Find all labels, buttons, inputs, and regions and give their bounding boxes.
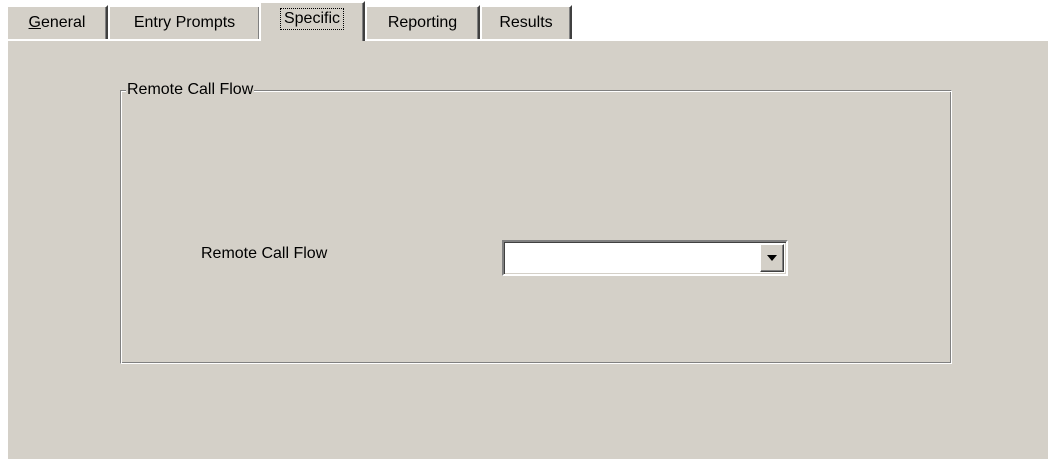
tab-results[interactable]: Results: [480, 5, 572, 40]
tab-specific[interactable]: Specific: [259, 1, 365, 41]
tab-reporting[interactable]: Reporting: [365, 5, 480, 40]
tab-results-label: Results: [499, 14, 553, 31]
tab-specific-label: Specific: [279, 8, 345, 30]
tab-entry-prompts[interactable]: Entry Prompts: [108, 5, 261, 40]
remote-call-flow-label: Remote Call Flow: [201, 245, 328, 262]
tab-strip: General Entry Prompts Specific Reporting…: [6, 0, 1046, 41]
remote-call-flow-group: Remote Call Flow Remote Call Flow: [120, 79, 952, 364]
tab-panel-specific: Remote Call Flow Remote Call Flow: [6, 39, 1048, 459]
tab-general-label-rest: eneral: [40, 14, 86, 31]
chevron-down-icon: [767, 255, 777, 261]
tab-entry-prompts-label: Entry Prompts: [133, 14, 236, 31]
properties-dialog: General Entry Prompts Specific Reporting…: [0, 0, 1048, 459]
tab-general[interactable]: General: [6, 5, 108, 40]
tab-general-label: General: [26, 13, 89, 33]
tab-reporting-label: Reporting: [387, 14, 458, 31]
group-title: Remote Call Flow: [126, 79, 255, 101]
tab-general-accelerator: G: [28, 14, 41, 31]
dropdown-button[interactable]: [760, 244, 784, 272]
remote-call-flow-combobox[interactable]: [502, 240, 788, 276]
